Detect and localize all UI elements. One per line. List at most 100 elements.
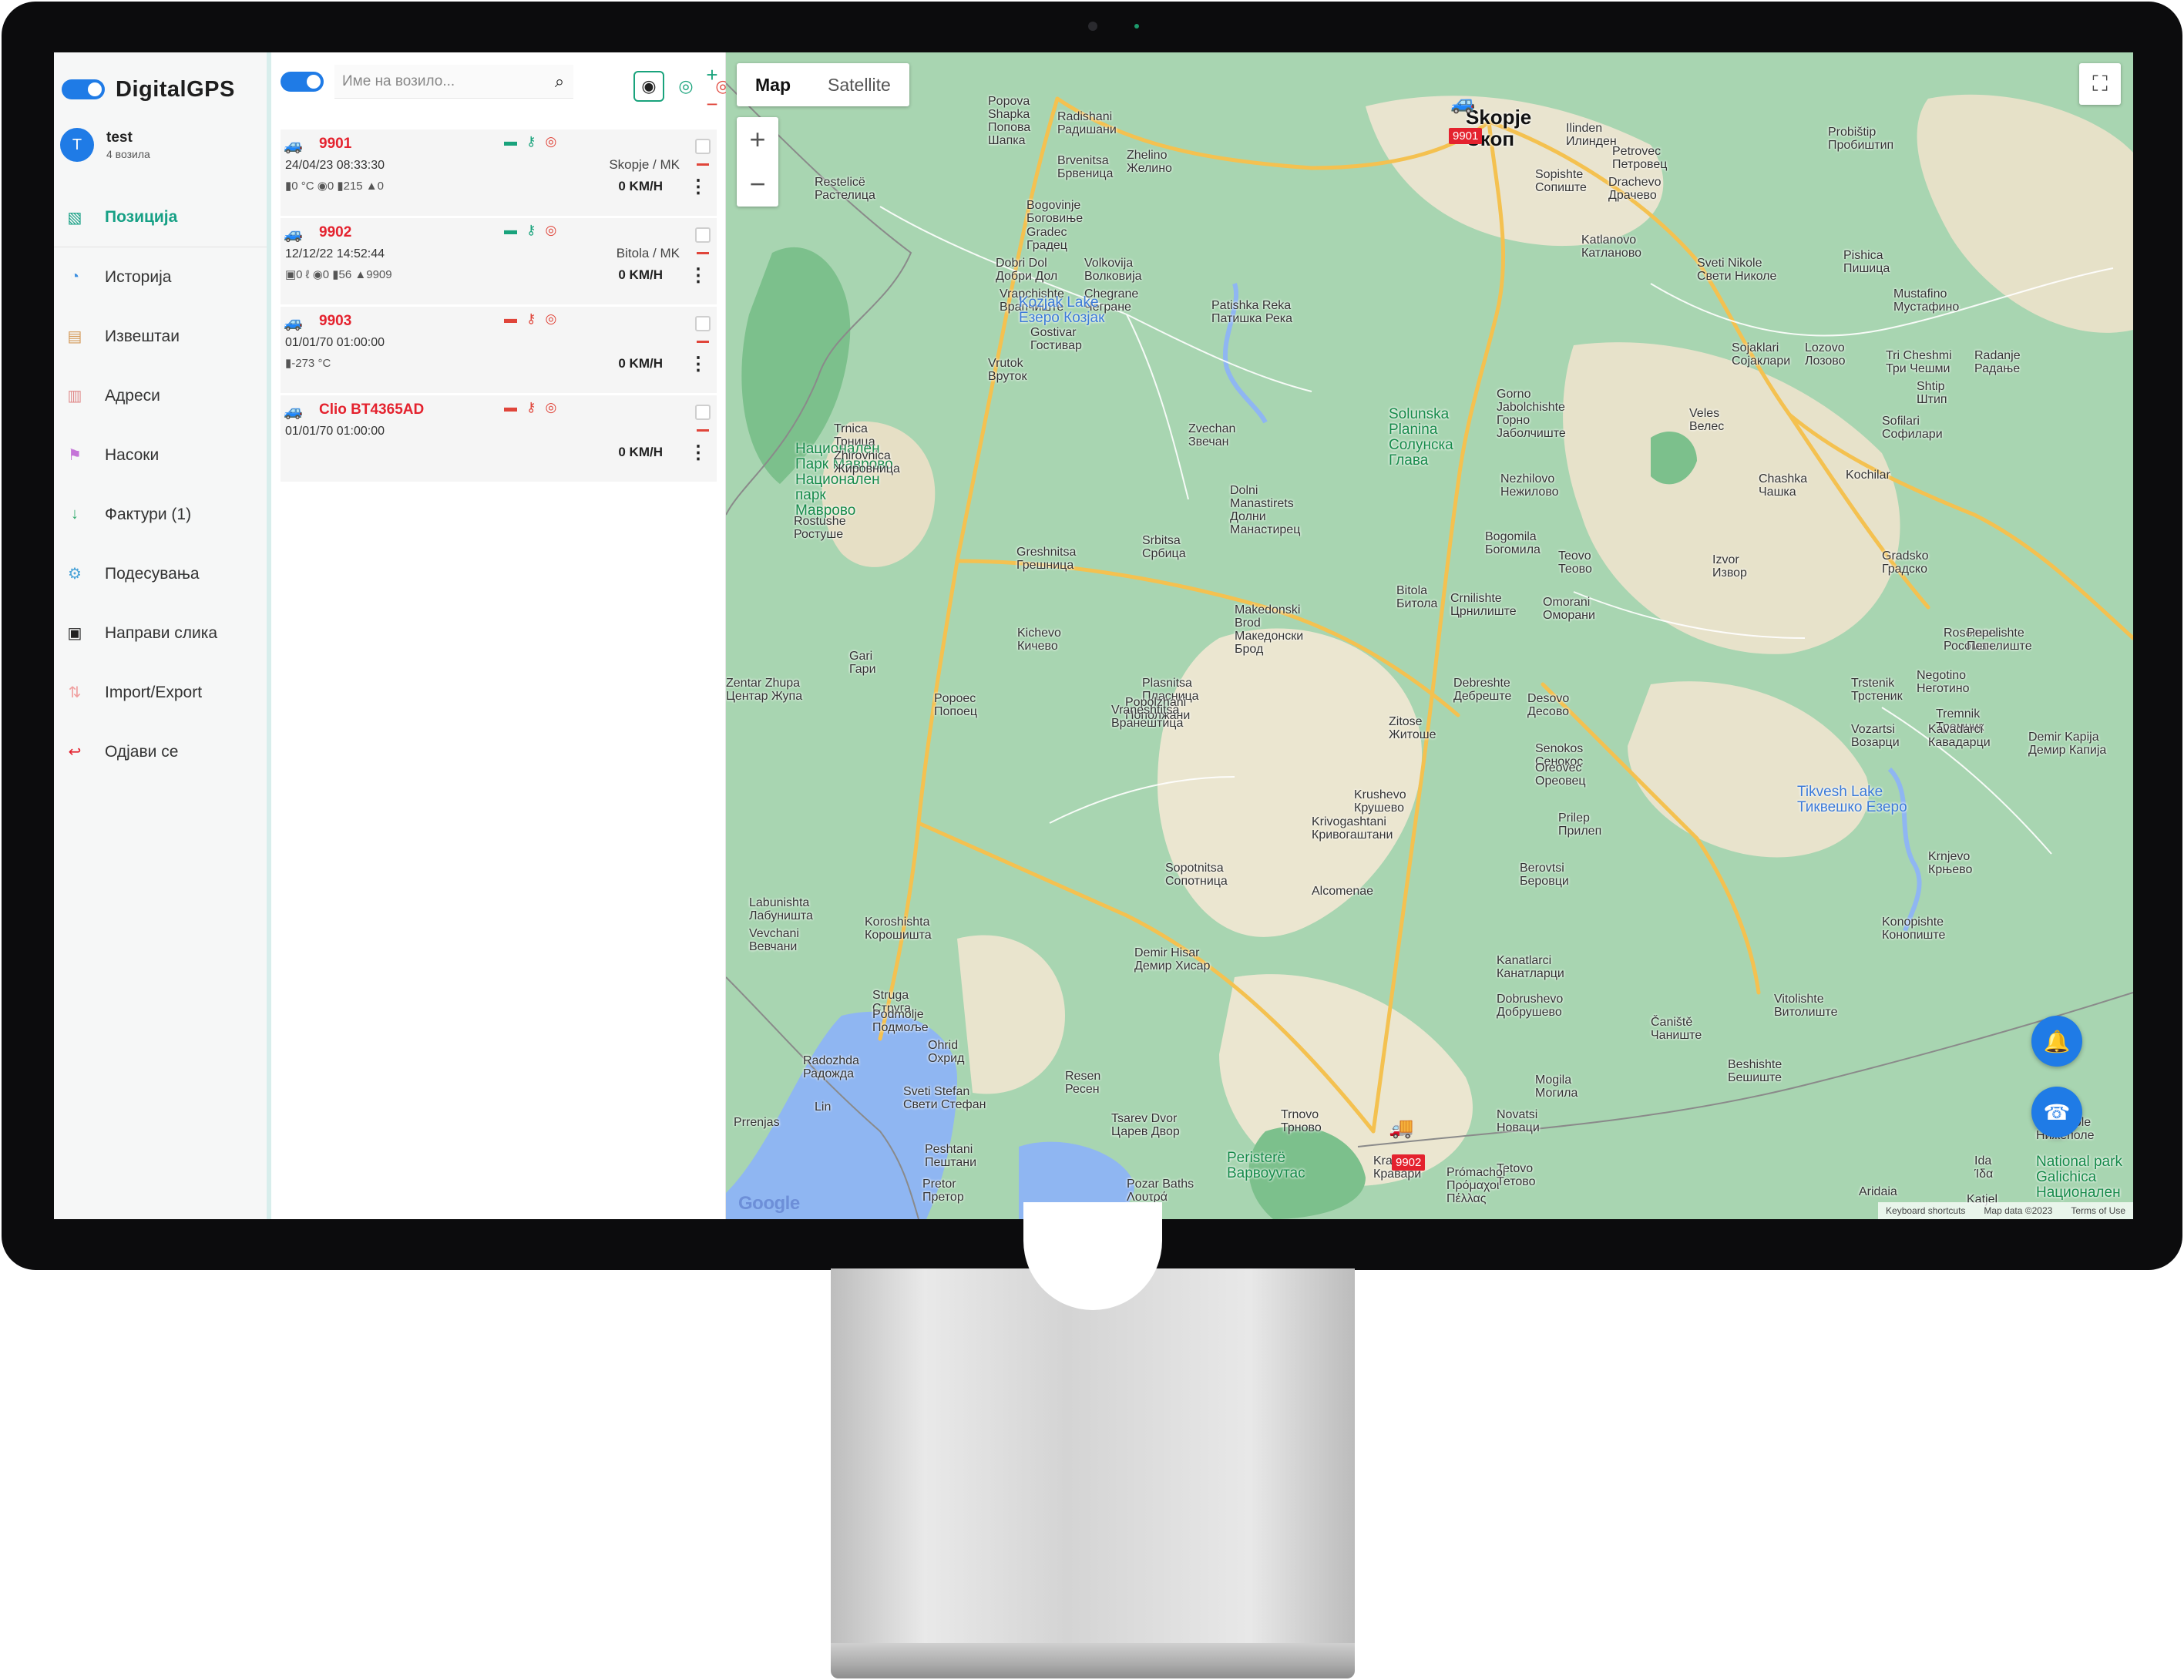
vehicle-speed: 0 KM/H [618, 356, 663, 371]
map-place-label: Sveti Nikole Свети Николе [1697, 257, 1777, 283]
vehicle-name[interactable]: 9903 [319, 313, 351, 330]
vehicle-more-options-icon[interactable]: ⋮ [689, 178, 707, 197]
ignition-key-icon: ⚷ [526, 400, 536, 415]
sidebar-item-0[interactable]: ▧ Позиција [54, 188, 267, 247]
vehicle-card[interactable]: 🚙 9901 ▬ ⚷ ◎ 24/04/23 08:33:30 Skopje / MK ▮0 °… [281, 129, 717, 216]
map-place-label: Mustafino Мустафино [1893, 287, 1960, 314]
camera-icon: ▣ [67, 625, 82, 642]
invoices-icon: ↓ [71, 506, 79, 522]
vehicle-remove-dash[interactable] [697, 252, 709, 254]
map-place-label: Krnjevo Крњево [1928, 850, 1973, 876]
vehicle-select-checkbox[interactable] [695, 405, 711, 420]
map-place-label: Zvechan Звечан [1188, 422, 1236, 449]
vehicle-card[interactable]: 🚙 9903 ▬ ⚷ ◎ 01/01/70 01:00:00 ▮-273 °C 0 KM/H ⋮ [281, 307, 717, 393]
vehicle-marker-9902[interactable]: 9902 [1392, 1154, 1426, 1171]
map-place-label: Radanje Радање [1974, 349, 2021, 375]
vehicle-speed: 0 KM/H [618, 445, 663, 459]
vehicle-marker-truck-icon[interactable]: 🚚 [1389, 1116, 1413, 1140]
keyboard-shortcuts-link[interactable]: Keyboard shortcuts [1886, 1205, 1965, 1216]
map-place-label: Patishka Reka Патишка Река [1211, 299, 1292, 325]
user-profile[interactable]: T test 4 возила [60, 128, 150, 162]
map-type-satellite[interactable]: Satellite [809, 63, 909, 106]
vehicle-more-options-icon[interactable]: ⋮ [689, 355, 707, 374]
vehicle-select-checkbox[interactable] [695, 139, 711, 154]
sidebar-item-7[interactable]: ▣ Направи слика [54, 603, 267, 663]
map-place-label: Radozhda Радожда [803, 1054, 859, 1080]
map-place-label: Sopotnitsa Сопотница [1165, 862, 1228, 888]
map-place-label: Koroshishta Корошишта [865, 916, 932, 942]
vehicle-marker-9901[interactable]: 9901 [1449, 128, 1483, 144]
fullscreen-icon[interactable]: ⛶ [2079, 63, 2121, 105]
vehicle-last-update: 01/01/70 01:00:00 [285, 336, 385, 349]
vehicle-remove-dash[interactable] [697, 429, 709, 432]
sidebar-item-3[interactable]: ▥ Адреси [54, 366, 267, 425]
sidebar-item-8[interactable]: ⇅ Import/Export [54, 663, 267, 722]
vehicle-card[interactable]: 🚙 9902 ▬ ⚷ ◎ 12/12/22 14:52:44 Bitola / MK ▣0 ℓ… [281, 218, 717, 304]
brand: DigitalGPS [62, 66, 235, 113]
monitor-stand-neck [831, 1268, 1355, 1651]
sidebar-item-1[interactable]: ◔ Историја [54, 247, 267, 307]
logout-icon: ↩ [68, 744, 82, 761]
map-place-label: Nezhilovo Нежилово [1500, 472, 1559, 499]
vehicle-card[interactable]: 🚙 Clio BT4365AD ▬ ⚷ ◎ 01/01/70 01:00:00 0 KM/H… [281, 395, 717, 482]
map-view[interactable]: Map Satellite + − ⛶ Skopje Скоп Bitola Би… [726, 52, 2133, 1219]
zoom-out-button[interactable]: − [737, 162, 778, 207]
settings-icon: ⚙ [68, 566, 82, 583]
vehicle-select-checkbox[interactable] [695, 316, 711, 331]
map-place-label: Solunska Planina Солунска Глава [1389, 406, 1453, 469]
vehicle-status-icons: ▬ ⚷ ◎ [504, 223, 556, 238]
map-place-label: Petrovec Петровец [1612, 145, 1668, 171]
search-icon[interactable]: ⌕ [546, 72, 573, 92]
vehicle-remove-dash[interactable] [697, 163, 709, 166]
signal-filter-online-icon[interactable]: ◎ [670, 71, 701, 102]
vehicle-speed: 0 KM/H [618, 179, 663, 193]
map-place-label: Srbitsa Србица [1142, 534, 1186, 560]
vehicle-remove-dash[interactable] [697, 341, 709, 343]
vehicle-marker-car-icon[interactable]: 🚙 [1450, 91, 1475, 115]
phone-call-icon[interactable]: ☎ [2031, 1087, 2082, 1137]
signal-filter-all-icon[interactable]: ◉ [633, 71, 664, 102]
map-place-label: Greshnitsa Грешница [1016, 546, 1077, 572]
vehicle-more-options-icon[interactable]: ⋮ [689, 444, 707, 462]
map-place-label: Prilep Прилеп [1558, 811, 1602, 838]
map-place-label: Beshishte Бешиште [1728, 1058, 1782, 1084]
notifications-bell-icon[interactable]: 🔔 [2031, 1016, 2082, 1067]
vehicle-more-options-icon[interactable]: ⋮ [689, 267, 707, 285]
add-vehicle-button[interactable]: + [703, 60, 721, 89]
main-menu: ▧ Позиција ◔ Историја ▤ Извештаи ▥ Адреси ⚑ Насок… [54, 188, 267, 781]
map-place-label: Trnovo Трново [1281, 1108, 1322, 1134]
map-place-label: Zhelino Желино [1127, 149, 1172, 175]
map-place-label: Oreovec Ореовец [1535, 761, 1586, 788]
sidebar-toggle[interactable] [62, 79, 105, 99]
vehicles-toggle[interactable] [281, 72, 324, 92]
sidebar-item-9[interactable]: ↩ Одјави се [54, 722, 267, 781]
vehicle-type-icon: 🚙 [284, 403, 303, 420]
terms-of-use-link[interactable]: Terms of Use [2071, 1205, 2125, 1216]
sidebar-item-4[interactable]: ⚑ Насоки [54, 425, 267, 485]
map-place-label: Crnilishte Црнилиште [1450, 592, 1517, 618]
map-place-label: Gari Гари [849, 650, 876, 676]
ignition-key-icon: ⚷ [526, 311, 536, 326]
vehicle-name[interactable]: Clio BT4365AD [319, 402, 424, 418]
map-place-label: Novatsi Новаци [1497, 1108, 1540, 1134]
zoom-in-button[interactable]: + [737, 117, 778, 162]
sidebar-item-label: Import/Export [105, 683, 203, 701]
map-place-label: Sofilari Софилари [1882, 415, 1943, 441]
map-place-label: Tsarev Dvor Царев Двор [1111, 1112, 1180, 1138]
vehicle-search-input[interactable]: Име на возило... ⌕ [334, 65, 573, 99]
remove-vehicle-button[interactable]: − [703, 89, 721, 119]
addresses-icon: ▥ [67, 388, 82, 405]
sidebar-item-6[interactable]: ⚙ Подесувања [54, 544, 267, 603]
map-place-label: Sojaklari Сојаклари [1732, 341, 1791, 368]
gps-signal-icon: ◎ [545, 223, 557, 237]
sidebar-item-2[interactable]: ▤ Извештаи [54, 307, 267, 366]
vehicle-name[interactable]: 9901 [319, 136, 351, 153]
vehicle-name[interactable]: 9902 [319, 224, 351, 241]
map-place-label: Popoec Попоец [934, 692, 978, 718]
map-place-label: Demir Hisar Демир Хисар [1134, 946, 1211, 973]
vehicle-select-checkbox[interactable] [695, 227, 711, 243]
sidebar-item-5[interactable]: ↓ Фактури (1) [54, 485, 267, 544]
map-type-map[interactable]: Map [737, 63, 809, 106]
map-place-label: Lin [815, 1100, 832, 1114]
gps-signal-icon: ◎ [545, 400, 557, 415]
